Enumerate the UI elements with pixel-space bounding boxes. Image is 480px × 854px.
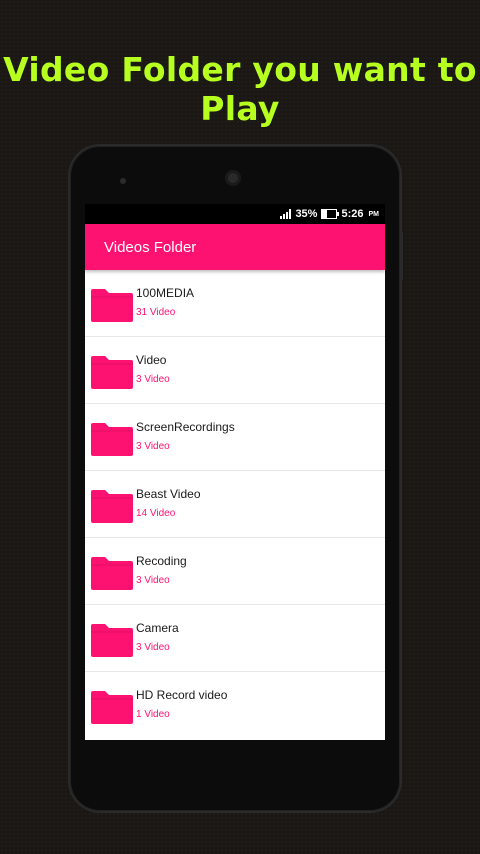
side-button bbox=[400, 232, 403, 280]
folder-item[interactable]: Camera 3 Video bbox=[85, 605, 385, 672]
folder-name: Beast Video bbox=[136, 487, 201, 501]
battery-icon bbox=[321, 209, 340, 219]
sensor-dot bbox=[120, 178, 126, 184]
signal-icon bbox=[280, 209, 292, 219]
folder-name: Camera bbox=[136, 621, 179, 635]
folder-icon bbox=[91, 624, 133, 657]
app-bar-title: Videos Folder bbox=[104, 238, 197, 256]
clock-ampm: PM bbox=[368, 210, 380, 218]
folder-list: 100MEDIA 31 Video Video 3 Video ScreenRe… bbox=[85, 270, 385, 738]
folder-icon bbox=[91, 356, 133, 389]
folder-count: 31 Video bbox=[136, 307, 176, 318]
folder-count: 14 Video bbox=[136, 508, 176, 519]
front-camera bbox=[225, 170, 241, 186]
folder-item[interactable]: Beast Video 14 Video bbox=[85, 471, 385, 538]
promo-headline: Video Folder you want to Play bbox=[3, 50, 477, 128]
folder-count: 1 Video bbox=[136, 709, 170, 720]
folder-item[interactable]: Recoding 3 Video bbox=[85, 538, 385, 605]
status-bar: 35% 5:26 PM bbox=[85, 204, 385, 224]
folder-name: 100MEDIA bbox=[136, 286, 195, 300]
folder-count: 3 Video bbox=[136, 441, 170, 452]
folder-icon bbox=[91, 557, 133, 590]
folder-count: 3 Video bbox=[136, 374, 170, 385]
phone-screen: 35% 5:26 PM Videos Folder 100MEDIA 31 Vid… bbox=[85, 204, 385, 740]
folder-item[interactable]: HD Record video 1 Video bbox=[85, 672, 385, 738]
folder-item[interactable]: 100MEDIA 31 Video bbox=[85, 270, 385, 337]
folder-name: ScreenRecordings bbox=[136, 420, 235, 434]
folder-name: Video bbox=[136, 353, 167, 367]
phone-frame: 35% 5:26 PM Videos Folder 100MEDIA 31 Vid… bbox=[70, 146, 403, 811]
folder-icon bbox=[91, 423, 133, 456]
folder-icon bbox=[91, 490, 133, 523]
clock: 5:26 bbox=[341, 208, 364, 220]
folder-name: HD Record video bbox=[136, 688, 228, 702]
folder-count: 3 Video bbox=[136, 575, 170, 586]
folder-icon bbox=[91, 289, 133, 322]
app-bar: Videos Folder bbox=[85, 224, 385, 270]
folder-item[interactable]: ScreenRecordings 3 Video bbox=[85, 404, 385, 471]
folder-name: Recoding bbox=[136, 554, 187, 568]
folder-item[interactable]: Video 3 Video bbox=[85, 337, 385, 404]
folder-count: 3 Video bbox=[136, 642, 170, 653]
folder-icon bbox=[91, 691, 133, 724]
battery-percent: 35% bbox=[295, 208, 318, 220]
